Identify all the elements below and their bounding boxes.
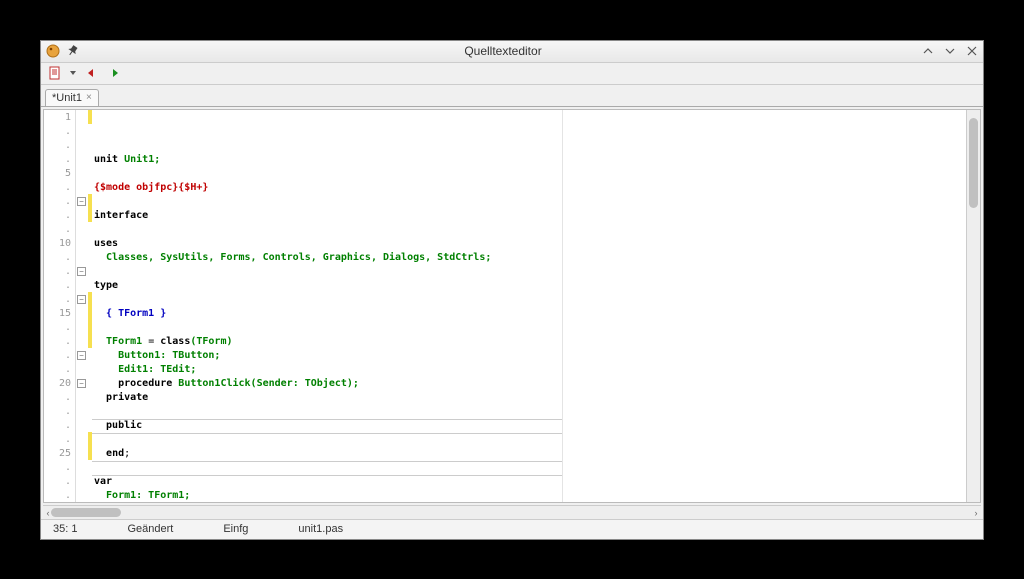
code-line[interactable] [94,321,966,335]
line-number: . [44,419,75,433]
code-line[interactable] [94,195,966,209]
insert-mode: Einfg [223,523,248,535]
line-number: . [44,461,75,475]
line-number: . [44,265,75,279]
titlebar: Quelltexteditor [41,41,983,63]
minimize-button[interactable] [921,44,935,58]
line-number: . [44,489,75,503]
code-line[interactable]: end; [94,447,966,461]
editor-area: 1...5....10....15....20....25....30....3… [43,109,981,503]
code-line[interactable] [94,167,966,181]
line-number: . [44,181,75,195]
margin-line [562,110,563,502]
line-number: 5 [44,167,75,181]
maximize-button[interactable] [943,44,957,58]
line-number: 1 [44,111,75,125]
line-number: . [44,349,75,363]
line-number: . [44,391,75,405]
code-line[interactable]: Form1: TForm1; [94,489,966,503]
fold-toggle[interactable]: − [77,351,86,360]
line-number: 15 [44,307,75,321]
code-line[interactable]: Classes, SysUtils, Forms, Controls, Grap… [94,251,966,265]
code-line[interactable] [94,433,966,447]
code-line[interactable] [94,293,966,307]
code-line[interactable]: type [94,279,966,293]
line-number: . [44,209,75,223]
tab-close-icon[interactable]: × [86,92,92,103]
code-line[interactable]: var [94,475,966,489]
fold-toggle[interactable]: − [77,197,86,206]
line-number-gutter: 1...5....10....15....20....25....30....3… [44,110,76,502]
window-title: Quelltexteditor [85,44,921,58]
horizontal-scrollbar[interactable]: ‹ › [43,505,981,519]
scrollbar-thumb[interactable] [969,118,978,208]
code-line[interactable]: public [94,419,966,433]
tab-unit1[interactable]: *Unit1 × [45,89,99,106]
line-number: . [44,405,75,419]
code-line[interactable] [94,265,966,279]
line-number: . [44,251,75,265]
line-number: . [44,363,75,377]
section-separator [92,433,562,434]
code-line[interactable]: private [94,391,966,405]
cursor-position: 35: 1 [53,523,77,535]
line-number: . [44,335,75,349]
section-separator [92,475,562,476]
line-number: . [44,153,75,167]
dropdown-arrow[interactable] [69,64,77,82]
toolbar [41,63,983,85]
line-number: . [44,475,75,489]
tab-label: *Unit1 [52,92,82,104]
file-name: unit1.pas [298,523,343,535]
code-line[interactable] [94,223,966,237]
code-line[interactable]: Button1: TButton; [94,349,966,363]
line-number: . [44,125,75,139]
code-area[interactable]: unit Unit1; {$mode objfpc}{$H+} interface u… [92,110,966,502]
line-number: . [44,223,75,237]
fold-column: −−−−−−−− [76,110,88,502]
code-line[interactable]: procedure Button1Click(Sender: TObject); [94,377,966,391]
app-icon [45,43,61,59]
window-controls [921,44,979,58]
line-number: . [44,139,75,153]
fold-toggle[interactable]: − [77,267,86,276]
tab-bar: *Unit1 × [41,85,983,107]
code-line[interactable]: uses [94,237,966,251]
section-separator [92,419,562,420]
pin-icon[interactable] [65,43,81,59]
code-line[interactable]: {$mode objfpc}{$H+} [94,181,966,195]
fold-toggle[interactable]: − [77,379,86,388]
line-number: . [44,433,75,447]
line-number: . [44,321,75,335]
status-bar: 35: 1 Geändert Einfg unit1.pas [41,519,983,539]
code-line[interactable]: Edit1: TEdit; [94,363,966,377]
line-number: . [44,195,75,209]
line-number: . [44,279,75,293]
code-line[interactable]: interface [94,209,966,223]
scrollbar-thumb[interactable] [51,508,121,517]
fold-toggle[interactable]: − [77,295,86,304]
nav-forward-button[interactable] [105,64,125,82]
code-line[interactable]: TForm1 = class(TForm) [94,335,966,349]
line-number: 25 [44,447,75,461]
scroll-right-icon[interactable]: › [971,508,981,518]
editor-window: Quelltexteditor *Unit1 × 1...5....10....… [40,40,984,540]
new-file-button[interactable] [45,64,65,82]
code-line[interactable] [94,405,966,419]
modified-status: Geändert [127,523,173,535]
vertical-scrollbar[interactable] [966,110,980,502]
close-button[interactable] [965,44,979,58]
nav-back-button[interactable] [81,64,101,82]
code-line[interactable]: { TForm1 } [94,307,966,321]
line-number: . [44,293,75,307]
code-line[interactable] [94,461,966,475]
line-number: 20 [44,377,75,391]
section-separator [92,461,562,462]
line-number: 10 [44,237,75,251]
code-line[interactable]: unit Unit1; [94,153,966,167]
